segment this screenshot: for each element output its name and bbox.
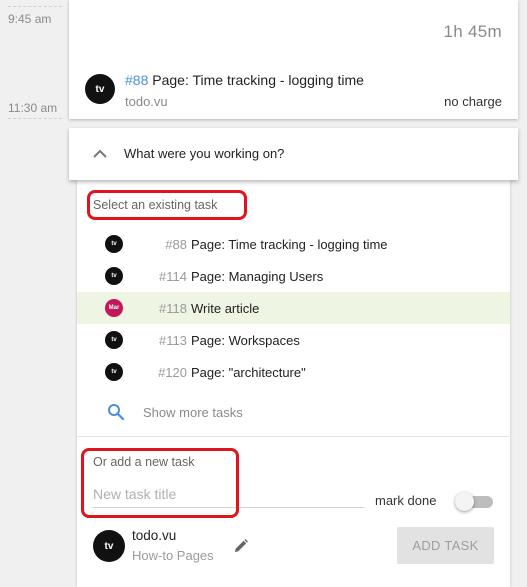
task-avatar: tv	[105, 331, 123, 349]
show-more-label: Show more tasks	[143, 405, 243, 420]
task-row-selected[interactable]: Mar #118 Write article	[77, 292, 510, 324]
task-row[interactable]: tv #113 Page: Workspaces	[77, 324, 510, 356]
time-label-start: 9:45 am	[8, 12, 52, 26]
hour-divider	[8, 118, 62, 119]
task-number: #114	[159, 268, 187, 284]
task-avatar: tv	[105, 267, 123, 285]
chevron-up-icon[interactable]	[92, 146, 108, 162]
project-avatar: tv	[85, 74, 115, 104]
add-task-button[interactable]: ADD TASK	[397, 527, 494, 564]
task-avatar: Mar	[105, 299, 123, 317]
hour-divider	[8, 6, 62, 7]
task-number: #118	[159, 300, 187, 316]
task-avatar: tv	[105, 363, 123, 381]
task-row[interactable]: tv #114 Page: Managing Users	[77, 260, 510, 292]
task-name: Page: Workspaces	[191, 332, 300, 348]
project-avatar: tv	[93, 530, 125, 562]
pencil-icon[interactable]	[233, 538, 249, 554]
toggle-knob	[455, 492, 474, 511]
mark-done-toggle[interactable]	[455, 491, 493, 511]
task-picker-header[interactable]: What were you working on?	[69, 128, 518, 180]
entry-title[interactable]: #88 Page: Time tracking - logging time	[125, 72, 364, 88]
task-number: #88	[165, 236, 187, 252]
task-name: Page: "architecture"	[191, 364, 306, 380]
question-label: What were you working on?	[124, 146, 285, 161]
annotation-highlight	[87, 190, 247, 220]
entry-task-title: Page: Time tracking - logging time	[152, 72, 364, 88]
section-divider	[77, 436, 510, 437]
time-entry-card[interactable]: 1h 45m tv #88 Page: Time tracking - logg…	[69, 0, 518, 119]
search-icon	[108, 404, 125, 421]
time-label-end: 11:30 am	[8, 101, 58, 115]
task-list: tv #88 Page: Time tracking - logging tim…	[77, 228, 510, 388]
task-name: Write article	[191, 300, 260, 316]
mark-done-label: mark done	[375, 493, 437, 508]
show-more-tasks-button[interactable]: Show more tasks	[77, 396, 510, 428]
entry-task-number[interactable]: #88	[125, 72, 148, 88]
entry-charge: no charge	[444, 94, 502, 109]
task-name: Page: Managing Users	[191, 268, 324, 284]
entry-project: todo.vu	[125, 94, 168, 109]
project-list-name: How-to Pages	[132, 548, 214, 563]
task-name: Page: Time tracking - logging time	[191, 236, 388, 252]
task-row[interactable]: tv #120 Page: "architecture"	[77, 356, 510, 388]
task-number: #120	[158, 364, 187, 380]
task-row[interactable]: tv #88 Page: Time tracking - logging tim…	[77, 228, 510, 260]
annotation-highlight	[81, 448, 239, 518]
task-avatar: tv	[105, 235, 123, 253]
project-name: todo.vu	[132, 528, 177, 543]
task-number: #113	[159, 332, 187, 348]
entry-duration: 1h 45m	[443, 22, 502, 41]
task-picker-panel: Select an existing task tv #88 Page: Tim…	[77, 180, 510, 587]
